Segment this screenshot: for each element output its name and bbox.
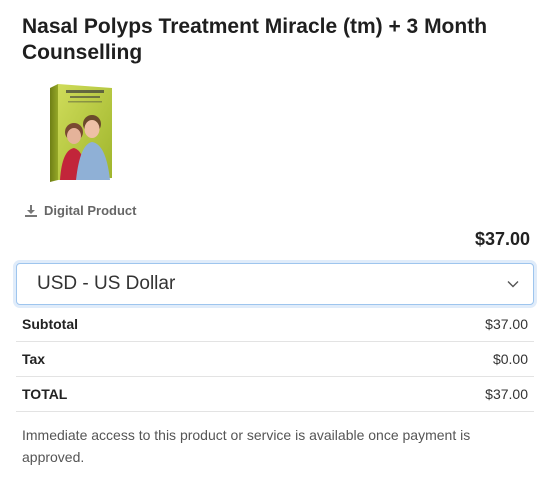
download-icon [25,204,37,217]
tax-label: Tax [16,341,303,377]
checkout-summary: Nasal Polyps Treatment Miracle (tm) + 3 … [0,0,552,480]
totals-row-tax: Tax $0.00 [16,341,534,377]
product-price: $37.00 [474,229,530,249]
total-amount: $37.00 [302,376,534,412]
totals-row-subtotal: Subtotal $37.00 [16,307,534,342]
ebook-cover-image [50,84,112,182]
access-note: Immediate access to this product or serv… [22,427,471,465]
totals-table: Subtotal $37.00 Tax $0.00 TOTAL $37.00 [16,307,534,412]
chevron-down-icon [507,281,519,288]
tax-amount: $0.00 [302,341,534,377]
subtotal-label: Subtotal [16,307,303,342]
currency-select-value: USD - US Dollar [37,273,176,294]
totals-row-total: TOTAL $37.00 [16,376,534,412]
product-title: Nasal Polyps Treatment Miracle (tm) + 3 … [22,15,488,64]
product-type: Digital Product [24,203,136,218]
total-label: TOTAL [16,376,303,412]
currency-select[interactable]: USD - US Dollar [16,263,534,305]
subtotal-amount: $37.00 [302,307,534,342]
product-type-label: Digital Product [44,203,137,218]
